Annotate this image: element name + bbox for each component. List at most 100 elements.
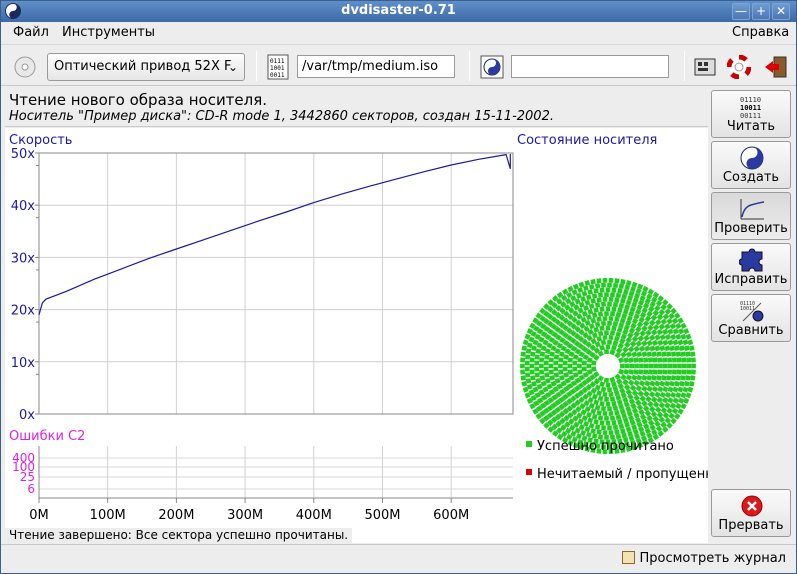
- sector-cell: [668, 412, 675, 420]
- sector-cell: [605, 325, 611, 331]
- sector-cell: [676, 369, 682, 375]
- maximize-button[interactable]: +: [752, 3, 770, 20]
- sector-cell: [662, 386, 669, 393]
- sector-cell: [609, 330, 616, 336]
- sector-cell: [620, 428, 626, 434]
- fix-button[interactable]: Исправить: [711, 243, 791, 291]
- speed-panel-title: Скорость: [9, 133, 72, 148]
- create-button[interactable]: Создать: [711, 141, 791, 189]
- sector-cell: [667, 363, 673, 369]
- help-lifebuoy-icon[interactable]: [727, 55, 751, 79]
- sector-cell: [608, 430, 614, 436]
- sector-cell: [659, 334, 666, 341]
- curve-chart-icon: [740, 199, 765, 220]
- sector-cell: [627, 345, 635, 353]
- sector-cell: [671, 317, 679, 325]
- sector-cell: [677, 339, 684, 346]
- sector-cell: [689, 345, 695, 351]
- sector-cell: [651, 375, 657, 381]
- compare-icon: 01110 10011: [740, 301, 764, 322]
- preferences-icon[interactable]: [694, 56, 716, 78]
- sector-cell: [604, 311, 609, 316]
- sector-cell: [657, 357, 663, 363]
- ecc-path-input[interactable]: [511, 55, 669, 78]
- sector-cell: [662, 397, 669, 404]
- verify-button[interactable]: Проверить: [711, 192, 791, 240]
- sector-cell: [686, 363, 692, 369]
- puzzle-piece-icon: [739, 248, 763, 272]
- cd-icon[interactable]: [14, 56, 36, 78]
- image-file-icon[interactable]: 0111 1001 0011: [267, 54, 289, 80]
- sector-cell: [667, 397, 674, 404]
- sector-cell: [686, 357, 692, 363]
- sector-cell: [625, 374, 633, 381]
- sector-cell: [676, 357, 682, 363]
- sector-cell: [648, 363, 654, 369]
- sector-cell: [659, 391, 666, 398]
- drive-select[interactable]: Оптический привод 52X F ⌄: [47, 53, 245, 81]
- sector-cell: [591, 312, 598, 319]
- sector-cell: [572, 354, 579, 360]
- sector-cell: [590, 279, 596, 285]
- sector-cell: [603, 377, 610, 383]
- sector-cell: [543, 360, 549, 366]
- legend-bad-swatch: [526, 469, 532, 475]
- sector-cell: [666, 351, 672, 357]
- sector-cell: [618, 302, 625, 309]
- sector-cell: [664, 345, 671, 352]
- sector-cell: [680, 403, 687, 410]
- sector-cell: [553, 360, 559, 366]
- menu-file[interactable]: Файл: [13, 25, 49, 40]
- sector-cell: [545, 378, 551, 384]
- fix-button-label: Исправить: [714, 272, 788, 287]
- sector-cell: [621, 432, 628, 439]
- image-path-input[interactable]: /var/tmp/medium.iso: [297, 55, 455, 78]
- sector-cell: [602, 430, 608, 436]
- sector-cell: [648, 334, 656, 341]
- sector-cell: [662, 357, 668, 363]
- close-window-button[interactable]: ✕: [772, 3, 790, 20]
- sector-cell: [529, 357, 535, 363]
- sector-cell: [656, 396, 663, 404]
- sector-cell: [658, 323, 666, 331]
- menu-tools[interactable]: Инструменты: [62, 25, 155, 40]
- read-button[interactable]: 01110 10011 00111 Читать: [711, 90, 791, 138]
- sector-cell: [605, 287, 611, 293]
- legend-ok-swatch: [526, 441, 532, 447]
- sector-cell: [520, 369, 526, 375]
- sector-cell: [674, 413, 681, 420]
- abort-button[interactable]: Прервать: [711, 489, 791, 537]
- sector-cell: [544, 372, 550, 378]
- menu-help[interactable]: Справка: [732, 25, 789, 40]
- sector-cell: [643, 363, 649, 369]
- sector-cell: [649, 380, 656, 387]
- sector-cell: [535, 378, 541, 384]
- sector-cell: [599, 325, 605, 331]
- sector-cell: [682, 386, 689, 393]
- sector-cell: [666, 407, 673, 414]
- sector-cell: [638, 369, 644, 375]
- sector-cell: [641, 385, 648, 392]
- sector-cell: [604, 292, 609, 297]
- svg-text:01110: 01110: [740, 96, 761, 104]
- sector-cell: [608, 391, 614, 398]
- sector-cell: [677, 317, 684, 324]
- sector-cell: [685, 375, 691, 381]
- view-log-button[interactable]: Просмотреть журнал: [622, 551, 786, 566]
- sector-cell: [553, 354, 560, 360]
- sector-cell: [666, 318, 673, 325]
- sector-cell: [525, 372, 531, 378]
- sector-cell: [581, 366, 587, 372]
- sector-cell: [672, 363, 677, 369]
- sector-cell: [591, 366, 597, 372]
- minimize-button[interactable]: —: [732, 3, 750, 20]
- sector-cell: [677, 408, 684, 415]
- quit-icon[interactable]: [764, 55, 788, 79]
- title-bar[interactable]: dvdisaster-0.71 — + ✕: [1, 1, 796, 22]
- compare-button[interactable]: 01110 10011 Сравнить: [711, 294, 791, 342]
- ecc-file-icon[interactable]: [480, 55, 504, 79]
- sector-cell: [643, 369, 649, 375]
- sector-cell: [652, 357, 658, 363]
- read-button-label: Читать: [726, 119, 776, 134]
- sector-cell: [656, 375, 662, 381]
